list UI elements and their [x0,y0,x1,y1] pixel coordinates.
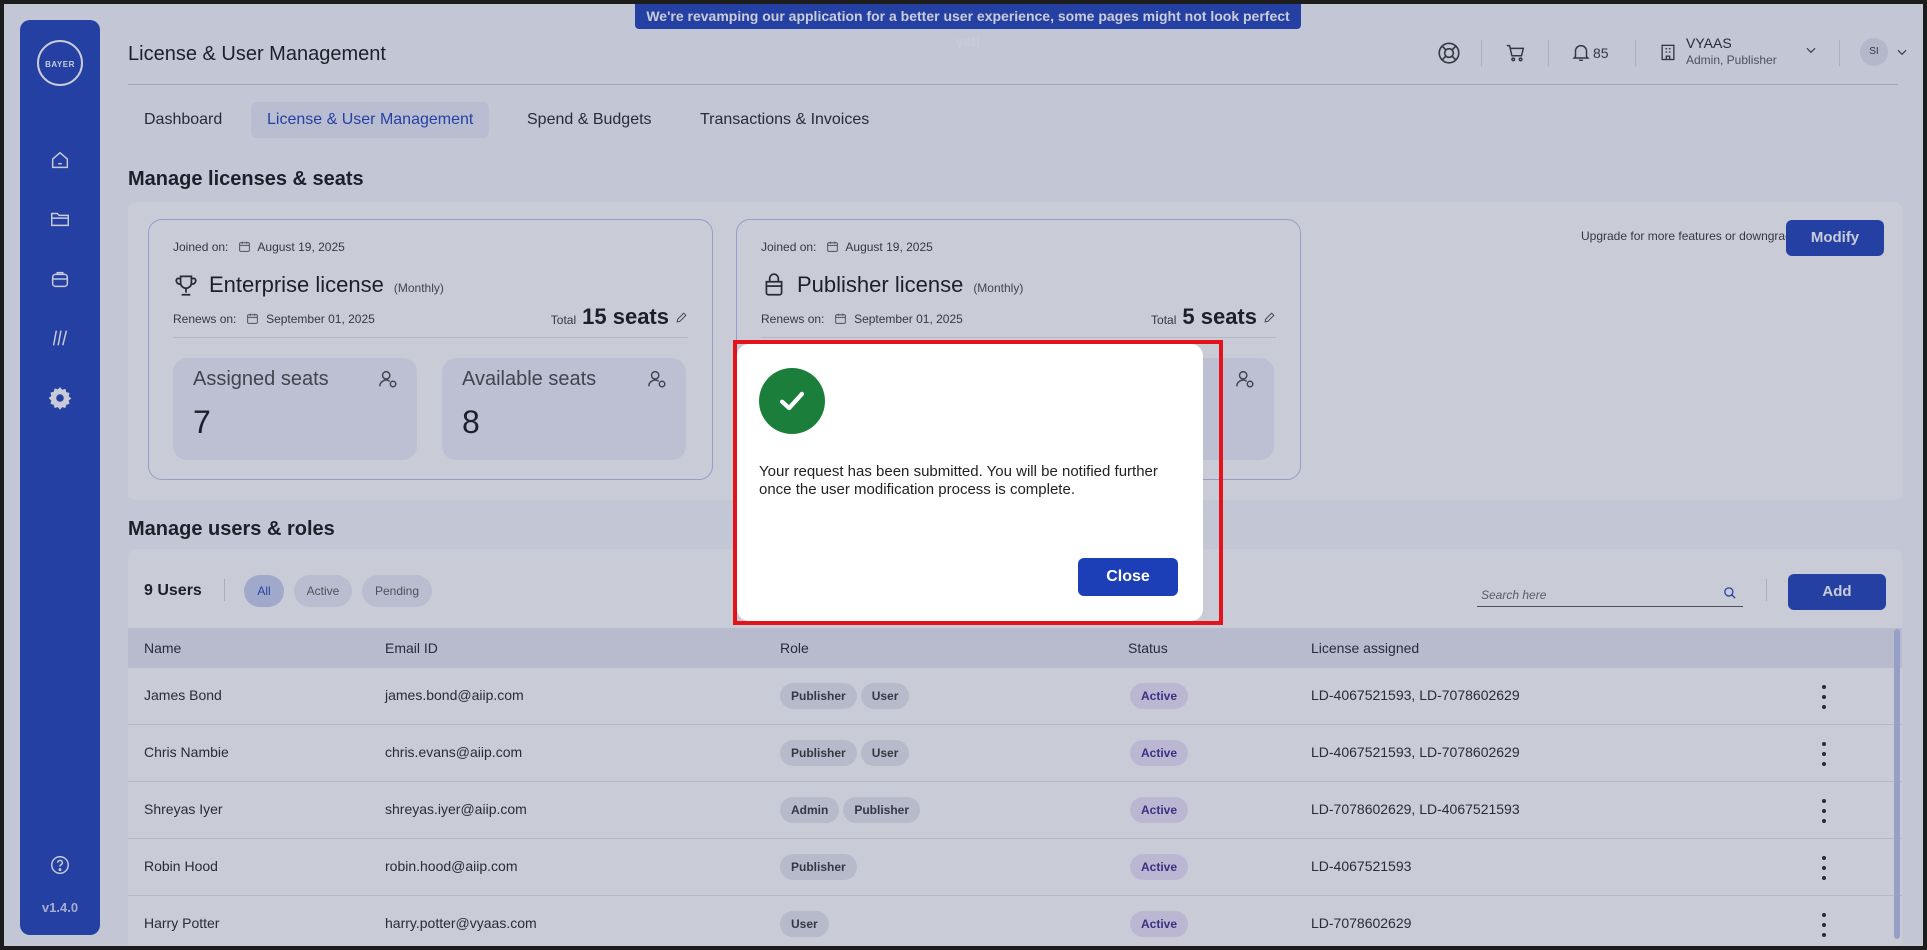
app-window: We're revamping our application for a be… [0,0,1927,950]
highlight-box [733,340,1223,625]
